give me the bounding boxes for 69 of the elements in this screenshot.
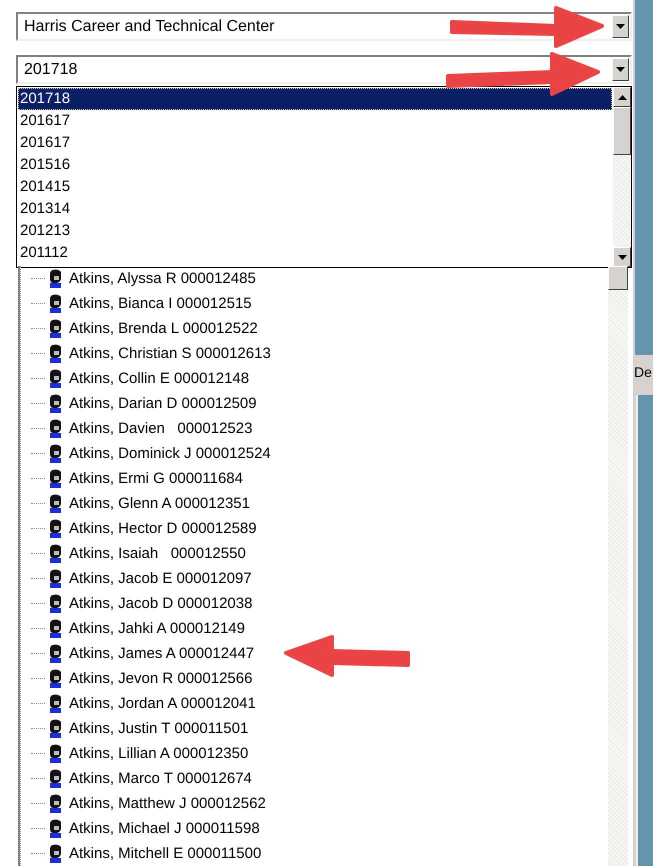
person-icon [47, 769, 64, 788]
caret-icon [616, 24, 625, 29]
caret-icon [618, 254, 626, 260]
scrollbar[interactable] [608, 266, 628, 866]
dropdown-arrow-button[interactable] [612, 15, 629, 38]
scroll-thumb[interactable] [608, 266, 628, 290]
student-name[interactable]: Atkins, Hector D 000012589 [69, 520, 257, 537]
person-icon [47, 794, 64, 813]
person-icon [47, 594, 64, 613]
student-name[interactable]: Atkins, Marco T 000012674 [69, 770, 252, 787]
person-icon [47, 394, 64, 413]
year-option[interactable]: 201718 [18, 88, 612, 110]
student-name[interactable]: Atkins, Darian D 000012509 [69, 395, 257, 412]
person-icon [47, 444, 64, 463]
student-name[interactable]: Atkins, Isaiah 000012550 [69, 545, 246, 562]
student-name[interactable]: Atkins, Matthew J 000012562 [69, 795, 266, 812]
year-option[interactable]: 201617 [18, 110, 612, 132]
student-name[interactable]: Atkins, Dominick J 000012524 [69, 445, 271, 462]
student-name[interactable]: Atkins, Jacob D 000012038 [69, 595, 252, 612]
student-name[interactable]: Atkins, Collin E 000012148 [69, 370, 250, 387]
student-name[interactable]: Atkins, Alyssa R 000012485 [69, 270, 256, 287]
person-icon [47, 319, 64, 338]
student-name[interactable]: Atkins, Justin T 000011501 [69, 720, 248, 737]
person-icon [47, 844, 64, 863]
student-name[interactable]: Atkins, Ermi G 000011684 [69, 470, 243, 487]
caret-icon [616, 67, 625, 72]
person-icon [47, 544, 64, 563]
student-name[interactable]: Atkins, Lillian A 000012350 [69, 745, 248, 762]
year-option[interactable]: 201314 [18, 198, 612, 220]
year-option[interactable]: 201213 [18, 220, 612, 242]
student-name[interactable]: Atkins, Jevon R 000012566 [69, 670, 252, 687]
scroll-down-button[interactable] [613, 247, 631, 267]
person-icon [47, 619, 64, 638]
caret-icon [618, 94, 626, 100]
student-name[interactable]: Atkins, Christian S 000012613 [69, 345, 271, 362]
person-icon [47, 694, 64, 713]
person-icon [47, 819, 64, 838]
person-icon [47, 419, 64, 438]
year-option[interactable]: 201516 [18, 154, 612, 176]
year-option[interactable]: 201112 [18, 242, 612, 264]
student-name[interactable]: Atkins, Mitchell E 000011500 [69, 845, 262, 862]
student-name[interactable]: Atkins, James A 000012447 [69, 645, 254, 662]
person-icon [47, 644, 64, 663]
scrollbar[interactable] [613, 87, 631, 267]
student-name[interactable]: Atkins, Davien 000012523 [69, 420, 252, 437]
person-icon [47, 519, 64, 538]
person-icon [47, 719, 64, 738]
scroll-thumb[interactable] [613, 107, 631, 155]
year-option[interactable]: 201617 [18, 132, 612, 154]
dropdown-arrow-button[interactable] [612, 58, 629, 81]
person-icon [47, 494, 64, 513]
person-icon [47, 294, 64, 313]
student-name[interactable]: Atkins, Michael J 000011598 [69, 820, 260, 837]
student-name[interactable]: Atkins, Bianca I 000012515 [69, 295, 252, 312]
student-name[interactable]: Atkins, Jordan A 000012041 [69, 695, 256, 712]
person-icon [47, 569, 64, 588]
person-icon [47, 344, 64, 363]
person-icon [47, 744, 64, 763]
year-option[interactable]: 201415 [18, 176, 612, 198]
person-icon [47, 369, 64, 388]
panel-tab[interactable]: De [633, 355, 652, 389]
scroll-up-button[interactable] [613, 87, 631, 107]
person-icon [47, 669, 64, 688]
student-name[interactable]: Atkins, Brenda L 000012522 [69, 320, 258, 337]
person-icon [47, 269, 64, 288]
student-name[interactable]: Atkins, Jahki A 000012149 [69, 620, 245, 637]
student-name[interactable]: Atkins, Glenn A 000012351 [69, 495, 250, 512]
person-icon [47, 469, 64, 488]
student-name[interactable]: Atkins, Jacob E 000012097 [69, 570, 252, 587]
